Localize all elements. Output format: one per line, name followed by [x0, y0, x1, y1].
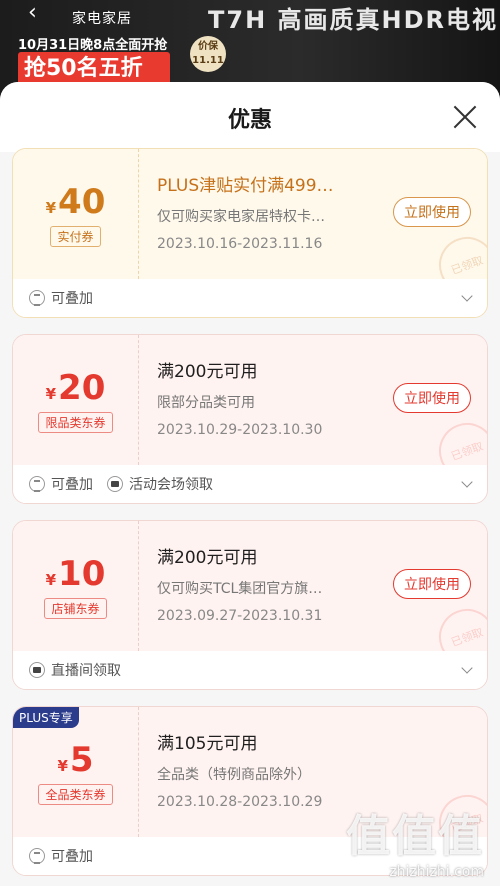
feature-venue: 活动会场领取: [107, 474, 213, 494]
coupon-date: 2023.10.29-2023.10.30: [157, 422, 323, 438]
coupon-amount: 40: [58, 181, 106, 222]
coupon-value: ¥ 40 实付券: [13, 149, 139, 279]
stack-icon: [29, 848, 45, 864]
coupon-body: ¥ 40 实付券 PLUS津贴实付满499… 仅可购买家电家居特权卡… 2023…: [13, 149, 487, 301]
currency-symbol: ¥: [57, 756, 68, 775]
coupon-footer: 可叠加 活动会场领取: [13, 465, 487, 503]
coupon-card: ¥ 40 实付券 PLUS津贴实付满499… 仅可购买家电家居特权卡… 2023…: [12, 148, 488, 318]
sheet-title: 优惠: [227, 108, 272, 133]
coupon-type-tag: 店铺东券: [44, 597, 107, 619]
banner-tv-title: T7H 高画质真HDR电视: [208, 6, 498, 34]
coupon-footer: 可叠加: [13, 279, 487, 317]
coupon-info: 满200元可用 限部分品类可用 2023.10.29-2023.10.30 立即…: [139, 335, 487, 487]
coupon-type-tag: 全品类东券: [38, 783, 113, 805]
coupon-sheet: 优惠 ¥ 40 实付券 PLUS津贴实付满499… 仅可购买家电家居特权卡… 2…: [0, 82, 500, 886]
use-now-button[interactable]: 立即使用: [393, 569, 471, 599]
coupon-info: 满200元可用 仅可购买TCL集团官方旗… 2023.09.27-2023.10…: [139, 521, 487, 673]
feature-stackable: 可叠加: [29, 846, 93, 866]
feature-stackable: 可叠加: [29, 288, 93, 308]
coupon-card: ¥ 20 限品类东券 满200元可用 限部分品类可用 2023.10.29-20…: [12, 334, 488, 504]
plus-exclusive-badge: PLUS专享: [13, 707, 79, 728]
chevron-down-icon[interactable]: [461, 662, 473, 674]
coupon-info: PLUS津贴实付满499… 仅可购买家电家居特权卡… 2023.10.16-20…: [139, 149, 487, 301]
stack-icon: [29, 476, 45, 492]
coupon-amount: 10: [58, 553, 106, 594]
back-arrow-icon[interactable]: ‹: [28, 0, 37, 25]
coupon-list: ¥ 40 实付券 PLUS津贴实付满499… 仅可购买家电家居特权卡… 2023…: [0, 148, 500, 876]
coupon-date: 2023.09.27-2023.10.31: [157, 608, 323, 624]
coupon-body: ¥ 10 店铺东券 满200元可用 仅可购买TCL集团官方旗… 2023.09.…: [13, 521, 487, 673]
currency-symbol: ¥: [45, 198, 57, 217]
ticket-icon: [107, 476, 123, 492]
banner-date: 10月31日晚8点全面开抢: [18, 38, 168, 53]
site-watermark: 值值值 zhizhizhi.com: [346, 800, 484, 880]
coupon-type-tag: 限品类东券: [38, 411, 113, 433]
feature-stackable: 可叠加: [29, 474, 93, 494]
watermark-logo: 值值值: [346, 811, 484, 862]
banner-sale: 抢50名五折: [18, 52, 170, 86]
coupon-amount: 20: [58, 367, 106, 408]
coupon-desc: 全品类（特例商品除外）: [157, 767, 311, 783]
coupon-body: ¥ 20 限品类东券 满200元可用 限部分品类可用 2023.10.29-20…: [13, 335, 487, 487]
stack-icon: [29, 290, 45, 306]
feature-live-room: 直播间领取: [29, 660, 121, 680]
use-now-button[interactable]: 立即使用: [393, 383, 471, 413]
chevron-down-icon[interactable]: [461, 476, 473, 488]
coupon-type-tag: 实付券: [50, 225, 101, 247]
currency-symbol: ¥: [45, 570, 57, 589]
coupon-footer: 直播间领取: [13, 651, 487, 689]
coupon-title: 满200元可用: [157, 362, 258, 382]
sheet-header: 优惠: [0, 82, 500, 152]
close-icon[interactable]: [452, 104, 478, 130]
currency-symbol: ¥: [45, 384, 57, 403]
coupon-value: ¥ 20 限品类东券: [13, 335, 139, 465]
coupon-card: ¥ 10 店铺东券 满200元可用 仅可购买TCL集团官方旗… 2023.09.…: [12, 520, 488, 690]
coupon-amount: 5: [69, 739, 94, 780]
ticket-icon: [29, 662, 45, 678]
banner-brand: 家电家居: [72, 11, 132, 27]
coupon-date: 2023.10.16-2023.11.16: [157, 236, 323, 252]
chevron-down-icon[interactable]: [461, 290, 473, 302]
coupon-title: PLUS津贴实付满499…: [157, 176, 334, 196]
price-protect-badge: 价保 11.11: [190, 36, 226, 72]
coupon-title: 满105元可用: [157, 734, 258, 754]
coupon-title: 满200元可用: [157, 548, 258, 568]
coupon-value: ¥ 10 店铺东券: [13, 521, 139, 651]
watermark-url: zhizhizhi.com: [389, 864, 484, 880]
use-now-button[interactable]: 立即使用: [393, 197, 471, 227]
